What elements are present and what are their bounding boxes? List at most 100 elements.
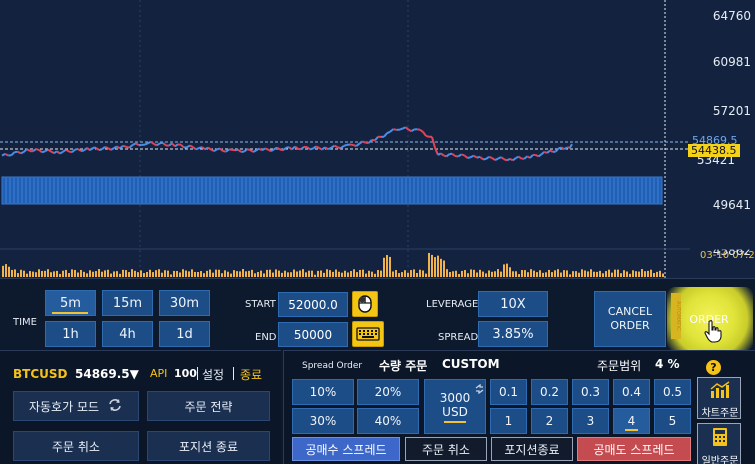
volume-bar bbox=[143, 273, 145, 277]
volume-bar bbox=[614, 269, 616, 277]
range-button-2[interactable]: 2 bbox=[531, 408, 568, 434]
volume-bar bbox=[356, 272, 358, 277]
price-segment bbox=[74, 147, 79, 151]
close-position-button-right[interactable]: 포지션종료 bbox=[491, 437, 573, 461]
volume-bar bbox=[479, 269, 481, 277]
volume-bar bbox=[389, 256, 391, 277]
price-segment bbox=[270, 148, 275, 153]
price-segment bbox=[529, 154, 534, 159]
time-button-4h[interactable]: 4h bbox=[102, 321, 153, 347]
range-button-3[interactable]: 3 bbox=[572, 408, 609, 434]
percent-button-30[interactable]: 30% bbox=[292, 408, 354, 434]
volume-bar bbox=[623, 270, 625, 277]
volume-bar bbox=[83, 271, 85, 277]
short-spread-button[interactable]: 공매도 스프레드 bbox=[577, 437, 691, 461]
percent-button-20[interactable]: 20% bbox=[357, 379, 419, 405]
volume-bar bbox=[107, 269, 109, 277]
symbol-price[interactable]: 54869.5▼ bbox=[75, 367, 139, 381]
volume-bar bbox=[152, 272, 154, 277]
range-button-0-3[interactable]: 0.3 bbox=[572, 379, 609, 405]
volume-bar bbox=[206, 270, 208, 277]
volume-bar bbox=[425, 273, 427, 277]
volume-bar bbox=[302, 269, 304, 277]
percent-button-40[interactable]: 40% bbox=[357, 408, 419, 434]
price-segment bbox=[59, 150, 64, 155]
price-segment bbox=[32, 148, 37, 153]
price-segment bbox=[327, 146, 332, 151]
volume-bar bbox=[164, 270, 166, 277]
settings-link[interactable]: 설정 bbox=[202, 366, 224, 383]
volume-bar bbox=[170, 274, 172, 277]
order-range-value: 4 % bbox=[655, 357, 680, 371]
auto-quote-mode-button[interactable]: 자동호가 모드 bbox=[13, 391, 139, 421]
volume-bar bbox=[635, 271, 637, 277]
volume-bar bbox=[137, 272, 139, 277]
range-button-0-1[interactable]: 0.1 bbox=[490, 379, 527, 405]
volume-bar bbox=[653, 273, 655, 277]
volume-bar bbox=[431, 254, 433, 277]
volume-bar bbox=[323, 272, 325, 277]
cancel-order-button-left[interactable]: 주문 취소 bbox=[13, 431, 139, 461]
volume-bar bbox=[98, 269, 100, 277]
close-position-button-left[interactable]: 포지션 종료 bbox=[147, 431, 270, 461]
volume-bar bbox=[362, 269, 364, 277]
percent-button-10[interactable]: 10% bbox=[292, 379, 354, 405]
amount-unit: USD bbox=[442, 404, 468, 419]
volume-bar bbox=[575, 271, 577, 277]
volume-bar bbox=[56, 270, 58, 277]
cancel-order-button[interactable]: CANCEL ORDER bbox=[594, 291, 666, 347]
price-segment bbox=[207, 146, 212, 151]
volume-bar bbox=[620, 273, 622, 277]
time-button-30m[interactable]: 30m bbox=[159, 290, 210, 316]
end-price-input[interactable]: 50000 bbox=[278, 322, 348, 347]
volume-bar bbox=[32, 271, 34, 277]
volume-bar bbox=[368, 270, 370, 277]
cancel-order-button-right[interactable]: 주문 취소 bbox=[405, 437, 487, 461]
volume-bar bbox=[194, 271, 196, 277]
range-button-0-5[interactable]: 0.5 bbox=[654, 379, 691, 405]
spread-order-panel: Spread Order 수량 주문 CUSTOM 주문범위 4 % ? 10%… bbox=[283, 350, 755, 464]
normal-order-tab[interactable]: 일반주문 bbox=[697, 423, 741, 464]
time-button-1h[interactable]: 1h bbox=[45, 321, 96, 347]
mouse-icon[interactable] bbox=[352, 291, 378, 317]
volume-bar bbox=[584, 270, 586, 277]
price-segment bbox=[132, 142, 137, 146]
order-button[interactable]: AUTOMATIC ORDER bbox=[667, 287, 753, 351]
price-segment bbox=[503, 158, 508, 162]
order-strategy-button[interactable]: 주문 전략 bbox=[147, 391, 270, 421]
order-range-label: 주문범위 bbox=[597, 359, 642, 373]
volume-bar bbox=[530, 269, 532, 277]
range-button-0-4[interactable]: 0.4 bbox=[613, 379, 650, 405]
swap-icon[interactable] bbox=[474, 379, 485, 398]
price-segment bbox=[337, 146, 341, 150]
account-panel: BTCUSD 54869.5▼ API 100 설정 종료 자동호가 모드 주문… bbox=[0, 350, 281, 464]
chart-order-tab[interactable]: 차트주문 bbox=[697, 377, 741, 419]
leverage-button[interactable]: 10X bbox=[478, 291, 548, 317]
range-button-5[interactable]: 5 bbox=[654, 408, 691, 434]
volume-bar bbox=[536, 272, 538, 277]
range-button-0-2[interactable]: 0.2 bbox=[531, 379, 568, 405]
spread-button[interactable]: 3.85% bbox=[478, 321, 548, 347]
keyboard-icon[interactable] bbox=[352, 321, 384, 347]
time-button-15m[interactable]: 15m bbox=[102, 290, 153, 316]
price-segment bbox=[26, 148, 31, 152]
volume-bar bbox=[260, 270, 262, 277]
price-segment bbox=[234, 148, 239, 152]
chart-canvas[interactable] bbox=[0, 0, 755, 278]
price-segment bbox=[98, 148, 103, 152]
start-price-input[interactable]: 52000.0 bbox=[278, 292, 348, 317]
volume-bar bbox=[128, 272, 130, 277]
range-button-1[interactable]: 1 bbox=[490, 408, 527, 434]
price-chart[interactable]: 64760 60981 57201 53421 49641 45862 5486… bbox=[0, 0, 755, 278]
price-segment bbox=[294, 145, 299, 150]
volume-bar bbox=[461, 270, 463, 277]
volume-bar bbox=[659, 270, 661, 277]
api-label: API bbox=[150, 367, 168, 380]
volume-bar bbox=[566, 270, 568, 277]
time-button-1d[interactable]: 1d bbox=[159, 321, 210, 347]
volume-bar bbox=[590, 269, 592, 277]
help-icon[interactable]: ? bbox=[706, 360, 721, 375]
long-spread-button[interactable]: 공매수 스프레드 bbox=[292, 437, 400, 461]
exit-link[interactable]: 종료 bbox=[240, 366, 262, 383]
volume-bar bbox=[77, 272, 79, 277]
